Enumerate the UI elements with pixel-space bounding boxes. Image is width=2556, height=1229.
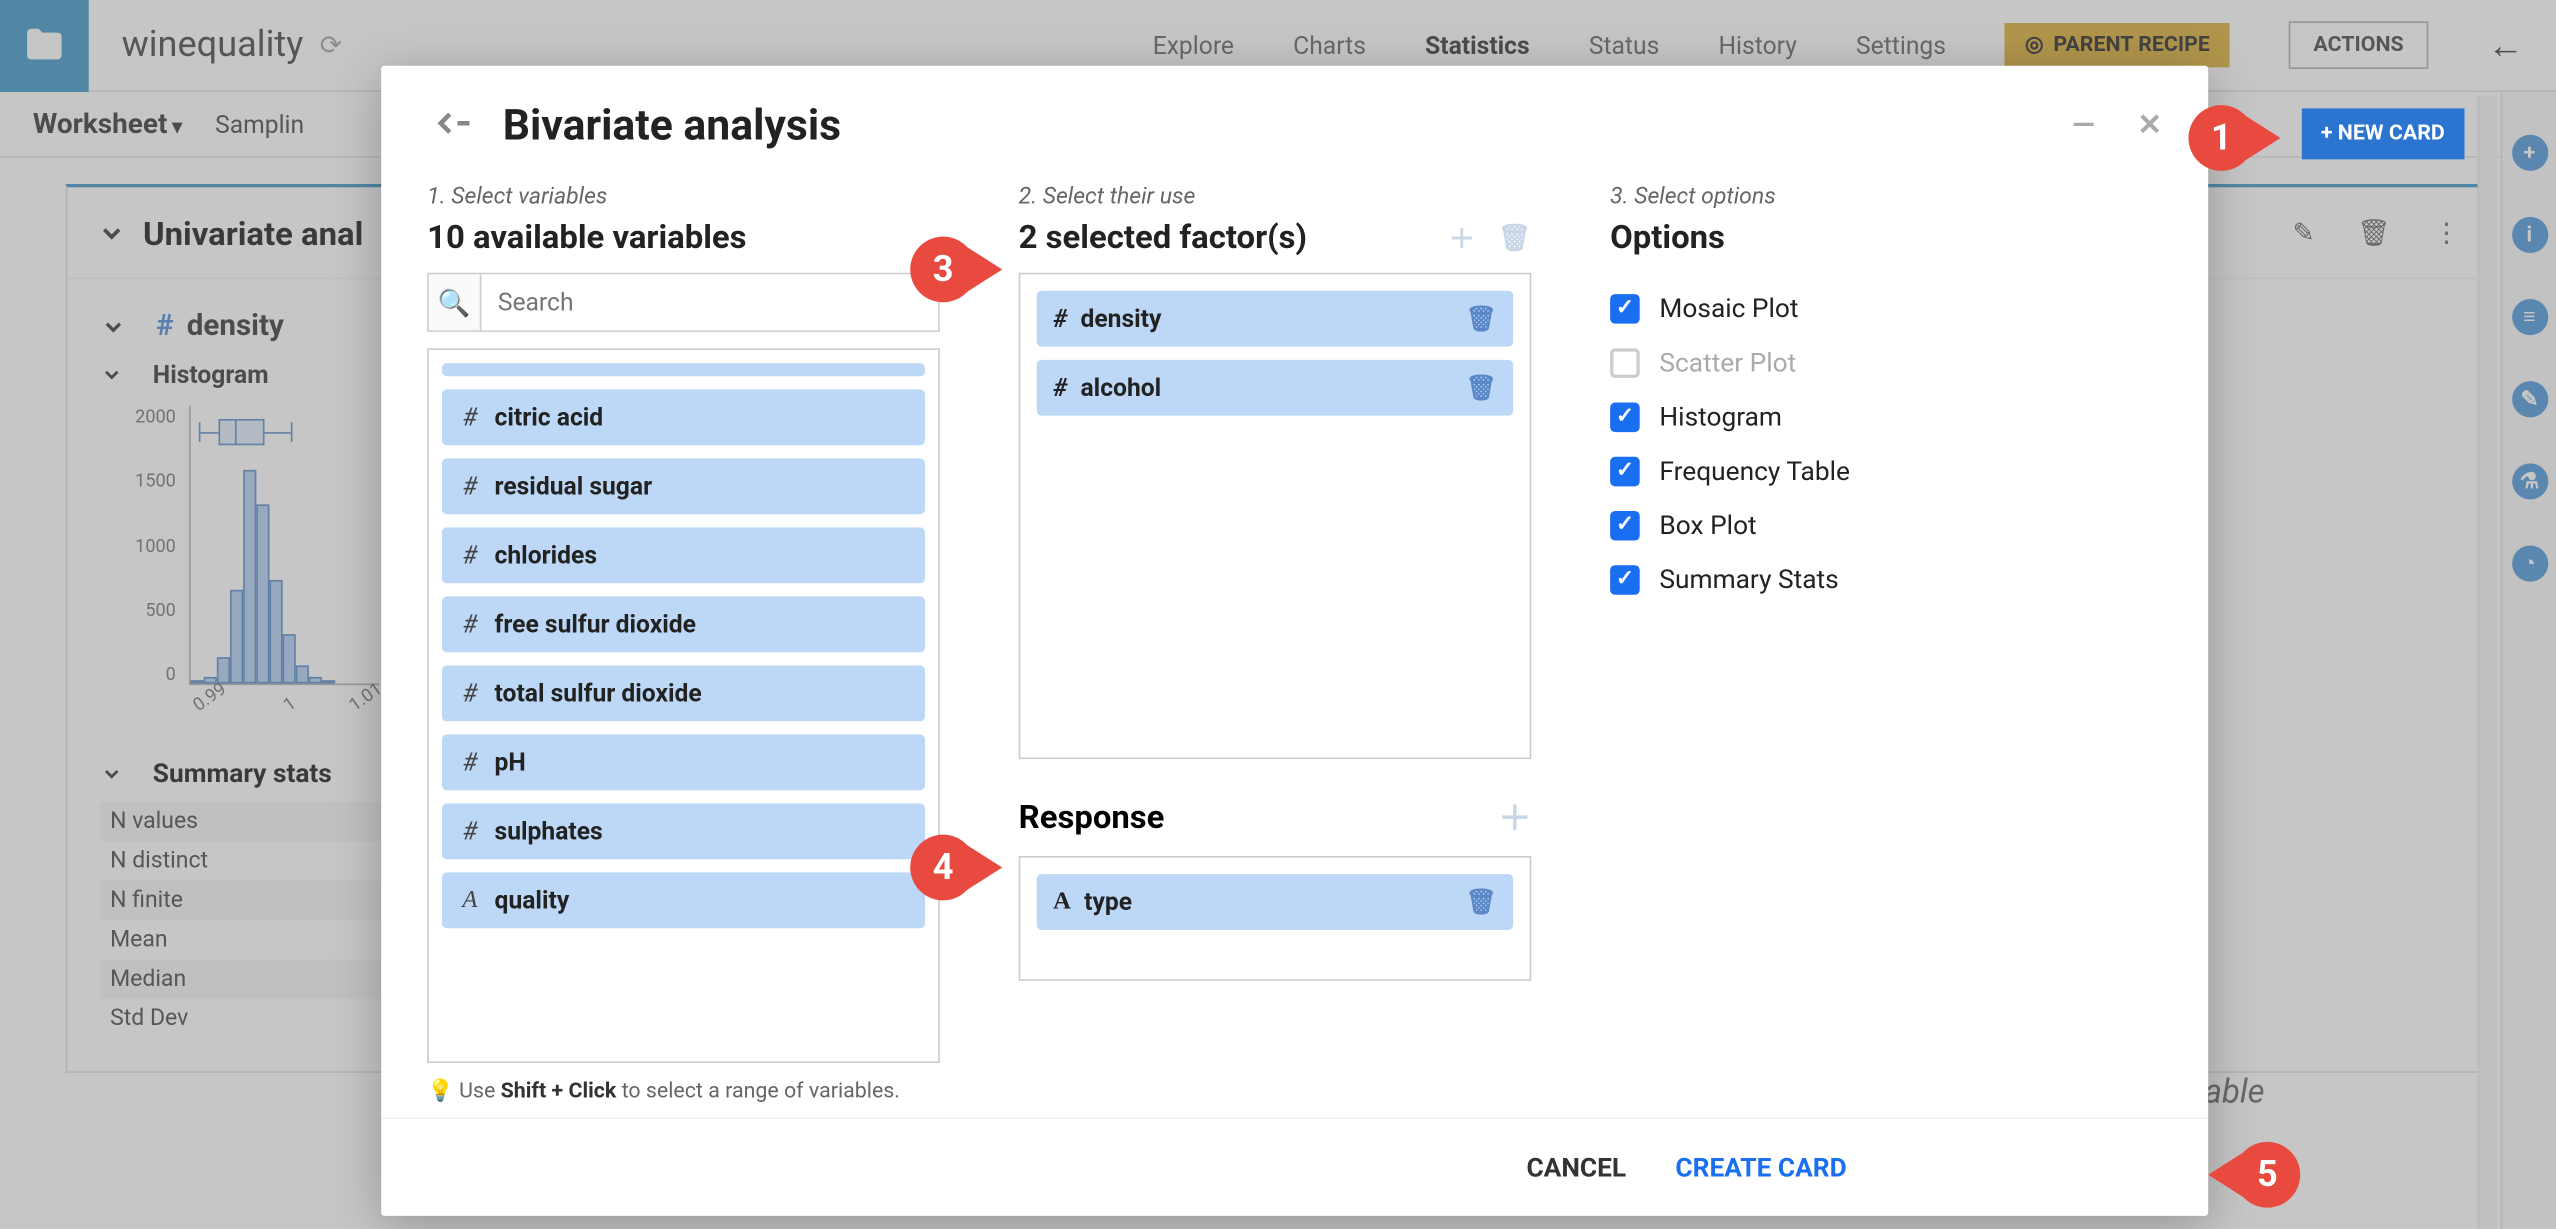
variable-item[interactable]: # citric acid [442, 389, 925, 445]
hash-icon: # [458, 403, 481, 433]
add-factor-icon[interactable]: ＋ [1449, 217, 1475, 256]
text-type-icon: A [1053, 888, 1071, 916]
create-card-button[interactable]: CREATE CARD [1675, 1152, 1846, 1183]
annotation-3: 3 [910, 237, 976, 303]
option-row[interactable]: Histogram [1610, 401, 2162, 432]
response-list: Atype 🗑 [1019, 856, 1532, 981]
step-label: 2. Select their use [1019, 184, 1532, 210]
delete-factor-icon[interactable]: 🗑 [1498, 221, 1531, 252]
lightbulb-icon: 💡 [427, 1079, 454, 1104]
options-title: Options [1610, 217, 2162, 256]
hash-icon: # [1053, 373, 1067, 403]
checkbox [1610, 347, 1640, 377]
hint-text: 💡 Use Shift + Click to select a range of… [427, 1079, 940, 1104]
response-label: type [1084, 887, 1132, 917]
trash-icon[interactable]: 🗑 [1465, 304, 1496, 334]
search-icon: 🔍 [429, 274, 482, 330]
hash-icon: # [458, 541, 481, 571]
variable-label: residual sugar [495, 472, 653, 502]
variable-label: citric acid [495, 403, 604, 433]
variable-label: pH [495, 748, 526, 778]
variable-item[interactable]: # pH [442, 734, 925, 790]
annotation-1: 1 [2188, 105, 2254, 171]
new-card-button[interactable]: + NEW CARD [2301, 108, 2464, 159]
option-row[interactable]: Frequency Table [1610, 455, 2162, 486]
checkbox[interactable] [1610, 402, 1640, 432]
response-title: Response [1019, 796, 1165, 835]
variable-item[interactable]: # free sulfur dioxide [442, 596, 925, 652]
add-response-icon[interactable]: ＋ [1498, 792, 1531, 840]
checkbox[interactable] [1610, 510, 1640, 540]
option-label: Scatter Plot [1659, 347, 1796, 378]
selected-factors-title: 2 selected factor(s) [1019, 217, 1307, 256]
option-label: Summary Stats [1659, 564, 1838, 595]
hash-icon: # [458, 610, 481, 640]
hash-icon: # [1053, 304, 1067, 334]
cancel-button[interactable]: CANCEL [1526, 1152, 1626, 1183]
search-input-row: 🔍 [427, 273, 940, 332]
variable-item[interactable]: # residual sugar [442, 458, 925, 514]
option-row[interactable]: Mosaic Plot [1610, 292, 2162, 323]
response-item[interactable]: Atype 🗑 [1037, 874, 1513, 930]
variable-item[interactable]: # sulphates [442, 803, 925, 859]
variable-label: sulphates [495, 817, 603, 847]
annotation-5: 5 [2234, 1142, 2300, 1208]
step-label: 3. Select options [1610, 184, 2162, 210]
checkbox[interactable] [1610, 456, 1640, 486]
option-label: Frequency Table [1659, 455, 1850, 486]
checkbox[interactable] [1610, 293, 1640, 323]
back-arrow-icon[interactable] [427, 105, 473, 148]
option-row[interactable]: Summary Stats [1610, 564, 2162, 595]
hash-icon: # [458, 817, 481, 847]
option-label: Mosaic Plot [1659, 292, 1798, 323]
variable-label: quality [495, 886, 570, 916]
option-label: Box Plot [1659, 509, 1756, 540]
variable-label: free sulfur dioxide [495, 610, 696, 640]
factor-item[interactable]: # alcohol 🗑 [1037, 360, 1513, 416]
hash-icon: # [458, 679, 481, 709]
option-row[interactable]: Box Plot [1610, 509, 2162, 540]
factor-item[interactable]: # density 🗑 [1037, 291, 1513, 347]
available-variable-list[interactable]: # citric acid # residual sugar # chlorides # fr… [427, 348, 940, 1063]
hash-icon: # [458, 748, 481, 778]
available-variables-title: 10 available variables [427, 217, 940, 256]
select-variables-column: 1. Select variables 10 available variabl… [427, 184, 940, 1104]
minimize-icon[interactable]: — [2072, 108, 2095, 143]
trash-icon[interactable]: 🗑 [1465, 373, 1496, 403]
factor-list: # density 🗑 # alcohol 🗑 [1019, 273, 1532, 759]
step-label: 1. Select variables [427, 184, 940, 210]
variable-item[interactable] [442, 363, 925, 376]
option-row: Scatter Plot [1610, 347, 2162, 378]
hash-icon: # [458, 472, 481, 502]
variable-item[interactable]: # chlorides [442, 527, 925, 583]
select-use-column: 2. Select their use 2 selected factor(s)… [1019, 184, 1532, 1104]
modal-title: Bivariate analysis [503, 102, 841, 151]
variable-label: chlorides [495, 541, 597, 571]
bivariate-modal: Bivariate analysis — ✕ 1. Select variabl… [381, 66, 2208, 1216]
checkbox[interactable] [1610, 564, 1640, 594]
variable-item[interactable]: # total sulfur dioxide [442, 665, 925, 721]
factor-label: alcohol [1080, 373, 1161, 403]
trash-icon[interactable]: 🗑 [1465, 887, 1496, 917]
close-icon[interactable]: ✕ [2137, 108, 2162, 143]
options-column: 3. Select options Options Mosaic Plot Sca… [1610, 184, 2162, 1104]
variable-label: total sulfur dioxide [495, 679, 702, 709]
variable-item[interactable]: Aquality [442, 872, 925, 928]
annotation-4: 4 [910, 835, 976, 901]
option-label: Histogram [1659, 401, 1782, 432]
text-type-icon: A [458, 886, 481, 914]
search-input[interactable] [481, 274, 938, 330]
factor-label: density [1080, 304, 1161, 334]
